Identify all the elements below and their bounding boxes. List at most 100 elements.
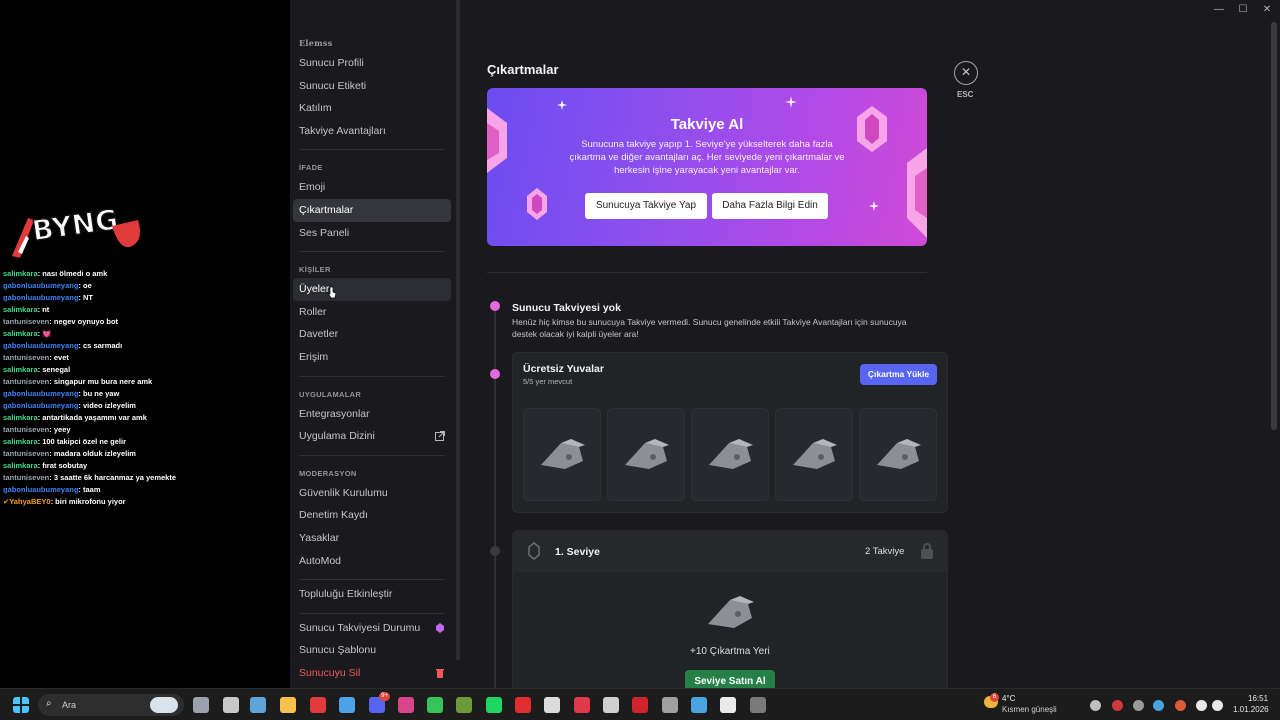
netflix-icon[interactable] [632, 697, 648, 713]
chat-username: salimkara [3, 269, 38, 278]
stream-overlay: BYNG salimkara: nası ölmedi o amk gabonlu… [0, 0, 290, 688]
volume-icon[interactable] [1212, 700, 1223, 711]
sticker-slot[interactable] [607, 408, 685, 501]
weather-temp[interactable]: 4°C [1002, 694, 1015, 703]
sidebar-item[interactable]: Yasaklar [293, 527, 451, 550]
chat-text: madara olduk izleyelim [53, 449, 136, 458]
epic-games-icon[interactable] [720, 697, 736, 713]
boost-server-button[interactable]: Sunucuya Takviye Yap [585, 193, 707, 219]
maximize-button[interactable]: ☐ [1236, 4, 1250, 15]
sidebar-item[interactable]: Sunucu Takviyesi Durumu [293, 617, 451, 640]
roblox-icon[interactable] [603, 697, 619, 713]
widgets-icon[interactable] [193, 697, 209, 713]
upload-sticker-button[interactable]: Çıkartma Yükle [860, 364, 937, 385]
chat-message: salimkara: senegal [3, 364, 288, 376]
sidebar-item[interactable]: Erişim [293, 346, 451, 369]
clock-date[interactable]: 1.01.2026 [1233, 705, 1269, 714]
close-icon: ✕ [960, 65, 972, 79]
sidebar-item[interactable]: Takviye Avantajları [293, 120, 451, 143]
sidebar-item[interactable]: Uygulama Dizini [293, 425, 451, 448]
game-overlay-icon[interactable] [223, 697, 239, 713]
discord-badge: 9+ [379, 692, 390, 701]
spotify-icon[interactable] [486, 697, 502, 713]
chat-username: gabonluaubumeyang [3, 401, 79, 410]
chat-text: evet [53, 353, 69, 362]
youtube-icon[interactable] [515, 697, 531, 713]
timeline-dot [490, 301, 500, 311]
show-hidden-icons[interactable] [1090, 700, 1101, 711]
opera-gx-tray-icon[interactable] [1112, 700, 1123, 711]
opera-icon[interactable] [310, 697, 326, 713]
sidebar-item[interactable]: Emoji [293, 176, 451, 199]
sidebar-item-label: Takviye Avantajları [299, 124, 386, 137]
sidebar-item-label: Topluluğu Etkinleştir [299, 588, 393, 601]
sidebar-item[interactable]: Sunucuyu Sil [293, 662, 451, 685]
wifi-icon[interactable] [1196, 700, 1207, 711]
sidebar-item[interactable]: Roller [293, 301, 451, 324]
sticker-placeholder-icon [625, 439, 669, 469]
chat-username: gabonluaubumeyang [3, 485, 79, 494]
app-icon[interactable] [691, 697, 707, 713]
taskbar-search[interactable]: ⌕ Ara [38, 694, 184, 716]
tool-icon[interactable] [662, 697, 678, 713]
minecraft-icon[interactable] [456, 697, 472, 713]
sidebar-item[interactable]: Ses Paneli [293, 222, 451, 245]
chat-message: salimkara: nası ölmedi o amk [3, 268, 288, 280]
sidebar-item[interactable]: Davetler [293, 323, 451, 346]
chat-username: salimkara [3, 413, 38, 422]
weather-text[interactable]: Kısmen güneşli [1002, 705, 1057, 714]
sticker-placeholder-icon [541, 439, 585, 469]
sidebar-item[interactable]: Güvenlik Kurulumu [293, 482, 451, 505]
sidebar-item[interactable]: Sunucu Etiketi [293, 75, 451, 98]
chat-username: salimkara [3, 329, 38, 338]
instagram-icon[interactable] [398, 697, 414, 713]
steam-tray-icon[interactable] [1153, 700, 1164, 711]
sidebar-item[interactable]: Katılım [293, 97, 451, 120]
sidebar-item[interactable]: AutoMod [293, 550, 451, 573]
sidebar-divider [299, 454, 445, 456]
divider [487, 272, 927, 273]
banner-title: Takviye Al [670, 116, 744, 133]
close-settings-button[interactable]: ✕ [954, 61, 978, 85]
sidebar-item[interactable]: Denetim Kaydı [293, 504, 451, 527]
sidebar-item-label: Entegrasyonlar [299, 407, 370, 420]
whatsapp-icon[interactable] [427, 697, 443, 713]
main-scrollbar[interactable] [1271, 22, 1277, 430]
sticker-slot[interactable] [859, 408, 937, 501]
file-explorer-icon[interactable] [280, 697, 296, 713]
close-window-button[interactable]: ✕ [1260, 4, 1274, 15]
chat-message: salimkara: antartikada yaşammı var amk [3, 412, 288, 424]
learn-more-button[interactable]: Daha Fazla Bilgi Edin [712, 193, 828, 219]
steam-icon[interactable] [250, 697, 266, 713]
chat-username: ✔YahyaBEY0 [3, 497, 51, 506]
microphone-icon[interactable] [1175, 700, 1186, 711]
chatgpt-icon[interactable] [544, 697, 560, 713]
sidebar-item-label: Üyeler [299, 283, 330, 296]
sidebar-item[interactable]: Entegrasyonlar [293, 403, 451, 426]
sidebar-item-label: Sunucuyu Sil [299, 666, 361, 679]
windows-start-icon[interactable] [13, 697, 29, 713]
ms-store-icon[interactable] [339, 697, 355, 713]
chat-message: gabonluaubumeyang: video izleyelim [3, 400, 288, 412]
discord-icon[interactable]: 9+ [369, 692, 390, 713]
sticker-placeholder-icon [793, 439, 837, 469]
chat-message: gabonluaubumeyang: taam [3, 484, 288, 496]
sidebar-item[interactable]: Topluluğu Etkinleştir [293, 583, 451, 606]
clock-time[interactable]: 16:51 [1248, 694, 1268, 703]
minimize-button[interactable]: — [1212, 4, 1226, 15]
sidebar-item[interactable]: Üyeler [293, 278, 451, 301]
app2-icon[interactable] [750, 697, 766, 713]
sticker-slot[interactable] [523, 408, 601, 501]
sidebar-top-label: Elemss [299, 38, 333, 48]
pinterest-icon[interactable] [574, 697, 590, 713]
tray-app-icon[interactable] [1133, 700, 1144, 711]
sticker-slot[interactable] [775, 408, 853, 501]
chat-message: tantuniseven: singapur mu bura nere amk [3, 376, 288, 388]
sidebar-item[interactable]: Sunucu Profili [293, 52, 451, 75]
sidebar-section-header: MODERASYON [299, 468, 357, 478]
sticker-slot[interactable] [691, 408, 769, 501]
search-icon: ⌕ [46, 698, 52, 709]
sidebar-item[interactable]: Çıkartmalar [293, 198, 451, 222]
sidebar-item[interactable]: Sunucu Şablonu [293, 639, 451, 662]
sidebar-item-label: Sunucu Şablonu [299, 644, 377, 657]
